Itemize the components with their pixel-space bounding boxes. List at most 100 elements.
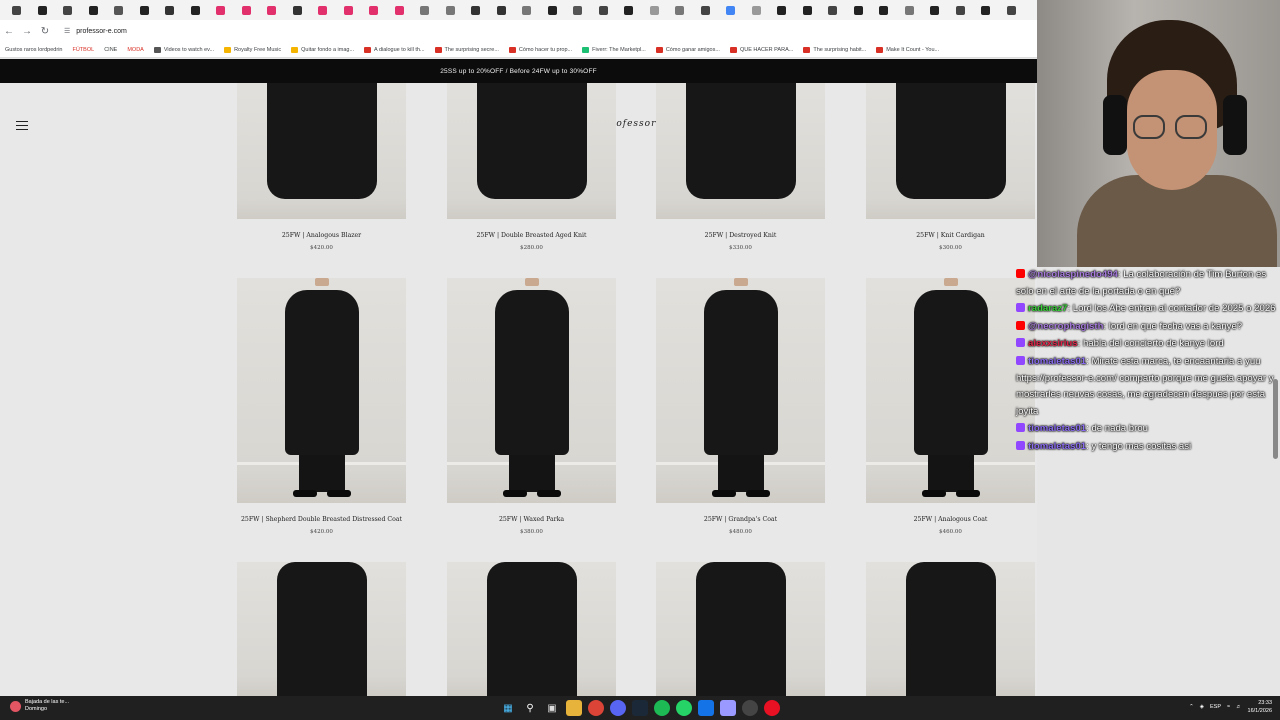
- back-button[interactable]: ←: [0, 22, 18, 40]
- browser-tab[interactable]: [106, 2, 132, 18]
- browser-tab[interactable]: [412, 2, 438, 18]
- product-card[interactable]: 25FW | Analogous Coat $460.00: [866, 278, 1035, 535]
- browser-tab[interactable]: [285, 2, 311, 18]
- chevron-up-icon[interactable]: ⌃: [1189, 704, 1194, 710]
- browser-tab[interactable]: [157, 2, 183, 18]
- file-explorer-icon[interactable]: [566, 700, 582, 716]
- discord-icon[interactable]: [610, 700, 626, 716]
- product-name[interactable]: 25FW | Grandpa's Coat: [656, 516, 825, 523]
- browser-tab[interactable]: [208, 2, 234, 18]
- browser-tab[interactable]: [667, 2, 693, 18]
- product-card[interactable]: [237, 562, 406, 696]
- language-indicator[interactable]: ESP: [1210, 704, 1221, 710]
- bookmark-item[interactable]: FÚTBOL: [67, 47, 99, 53]
- bookmark-item[interactable]: Cómo hacer tu prop...: [504, 46, 577, 53]
- product-card[interactable]: 25FW | Analogous Blazer $420.00: [237, 83, 406, 251]
- page-scrollbar[interactable]: [1273, 267, 1278, 687]
- product-image[interactable]: [866, 83, 1035, 219]
- product-image[interactable]: [656, 278, 825, 503]
- browser-tab[interactable]: [769, 2, 795, 18]
- bookmark-item[interactable]: Fiverr: The Marketpl...: [577, 46, 651, 53]
- chrome-icon[interactable]: [588, 700, 604, 716]
- obs-icon[interactable]: [742, 700, 758, 716]
- premiere-icon[interactable]: [720, 700, 736, 716]
- task-view-icon[interactable]: ▣: [544, 700, 560, 716]
- spotify-icon[interactable]: [654, 700, 670, 716]
- browser-tab[interactable]: [999, 2, 1025, 18]
- product-card[interactable]: [656, 562, 825, 696]
- browser-tab[interactable]: [897, 2, 923, 18]
- browser-tab[interactable]: [540, 2, 566, 18]
- weather-widget[interactable]: Bajada de las te... Domingo: [10, 699, 69, 713]
- product-card[interactable]: [447, 562, 616, 696]
- browser-tab[interactable]: [438, 2, 464, 18]
- bookmark-item[interactable]: MODA: [122, 47, 149, 53]
- product-image[interactable]: [237, 562, 406, 696]
- bookmark-item[interactable]: Make It Count - You...: [871, 46, 944, 53]
- browser-tab[interactable]: [259, 2, 285, 18]
- site-info-icon[interactable]: ☰: [64, 27, 70, 35]
- menu-icon[interactable]: [16, 121, 28, 130]
- scrollbar-thumb[interactable]: [1273, 379, 1278, 459]
- bookmark-item[interactable]: Royalty Free Music: [219, 46, 286, 53]
- browser-tab[interactable]: [514, 2, 540, 18]
- product-name[interactable]: 25FW | Destroyed Knit: [656, 232, 825, 239]
- product-image[interactable]: [237, 83, 406, 219]
- product-image[interactable]: [866, 562, 1035, 696]
- wifi-icon[interactable]: ≈: [1227, 704, 1230, 710]
- steam-icon[interactable]: [632, 700, 648, 716]
- browser-tab[interactable]: [336, 2, 362, 18]
- app-red-icon[interactable]: [764, 700, 780, 716]
- browser-tab[interactable]: [591, 2, 617, 18]
- bookmark-item[interactable]: Quitar fondo a imag...: [286, 46, 359, 53]
- browser-tab[interactable]: [81, 2, 107, 18]
- product-card[interactable]: 25FW | Grandpa's Coat $480.00: [656, 278, 825, 535]
- product-image[interactable]: [447, 278, 616, 503]
- bookmark-item[interactable]: CINE: [99, 47, 122, 53]
- clock[interactable]: 23:33 16/1/2026: [1248, 699, 1272, 715]
- browser-tab[interactable]: [4, 2, 30, 18]
- browser-tab[interactable]: [489, 2, 515, 18]
- browser-tab[interactable]: [795, 2, 821, 18]
- product-card[interactable]: 25FW | Waxed Parka $380.00: [447, 278, 616, 535]
- browser-tab[interactable]: [718, 2, 744, 18]
- product-name[interactable]: 25FW | Double Breasted Aged Knit: [447, 232, 616, 239]
- network-icon[interactable]: ◈: [1200, 704, 1204, 710]
- search-icon[interactable]: ⚲: [522, 700, 538, 716]
- browser-tab[interactable]: [234, 2, 260, 18]
- browser-tab[interactable]: [616, 2, 642, 18]
- product-name[interactable]: 25FW | Waxed Parka: [447, 516, 616, 523]
- browser-tab[interactable]: [183, 2, 209, 18]
- bookmark-item[interactable]: Gustos raros lordpedrin: [0, 47, 67, 53]
- browser-tab[interactable]: [922, 2, 948, 18]
- browser-tab[interactable]: [693, 2, 719, 18]
- browser-tab[interactable]: [948, 2, 974, 18]
- product-image[interactable]: [237, 278, 406, 503]
- browser-tab[interactable]: [744, 2, 770, 18]
- product-card[interactable]: 25FW | Knit Cardigan $300.00: [866, 83, 1035, 251]
- bookmark-item[interactable]: The surprising secre...: [430, 46, 504, 53]
- browser-tab[interactable]: [642, 2, 668, 18]
- product-card[interactable]: 25FW | Double Breasted Aged Knit $280.00: [447, 83, 616, 251]
- browser-tab[interactable]: [361, 2, 387, 18]
- forward-button[interactable]: →: [18, 22, 36, 40]
- bookmark-item[interactable]: QUE HACER PARA...: [725, 46, 798, 53]
- product-name[interactable]: 25FW | Analogous Blazer: [237, 232, 406, 239]
- browser-tab[interactable]: [820, 2, 846, 18]
- browser-tab[interactable]: [132, 2, 158, 18]
- browser-tab[interactable]: [565, 2, 591, 18]
- bookmark-item[interactable]: The surprising habit...: [798, 46, 871, 53]
- product-image[interactable]: [656, 83, 825, 219]
- address-bar[interactable]: ☰ professor-e.com: [60, 23, 1020, 39]
- browser-tab[interactable]: [310, 2, 336, 18]
- promo-banner[interactable]: 25SS up to 20%OFF / Before 24FW up to 30…: [0, 59, 1037, 83]
- bookmark-item[interactable]: Videos to watch ev...: [149, 46, 219, 53]
- product-name[interactable]: 25FW | Shepherd Double Breasted Distress…: [237, 516, 406, 523]
- browser-tab[interactable]: [846, 2, 872, 18]
- browser-tab[interactable]: [871, 2, 897, 18]
- browser-tab[interactable]: [387, 2, 413, 18]
- bookmark-item[interactable]: Cómo ganar amigos...: [651, 46, 725, 53]
- product-image[interactable]: [656, 562, 825, 696]
- product-card[interactable]: 25FW | Shepherd Double Breasted Distress…: [237, 278, 406, 535]
- volume-icon[interactable]: ♬: [1236, 704, 1242, 710]
